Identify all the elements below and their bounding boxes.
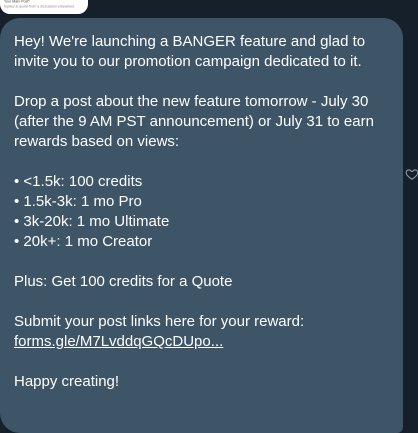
rewards-list-item: • <1.5k: 100 credits (14, 173, 143, 190)
heart-icon[interactable] (405, 166, 418, 182)
quoted-post-preview[interactable]: Your Main Post* replies & quote from a d… (0, 0, 88, 14)
rewards-list-item: • 20k+: 1 mo Creator (14, 233, 153, 250)
rewards-list: • <1.5k: 100 credits • 1.5k-3k: 1 mo Pro… (14, 172, 389, 252)
rewards-list-item: • 1.5k-3k: 1 mo Pro (14, 193, 142, 210)
message-paragraph-submit: Submit your post links here for your rew… (14, 312, 389, 352)
message-paragraph-instructions: Drop a post about the new feature tomorr… (14, 93, 374, 150)
message-bubble[interactable]: Hey! We're launching a BANGER feature an… (0, 18, 403, 433)
dm-conversation-view: Your Main Post* replies & quote from a d… (0, 0, 418, 433)
quoted-post-subtitle: replies & quote from a discussion elsewh… (4, 5, 75, 9)
message-paragraph-closing: Happy creating! (14, 373, 120, 390)
rewards-list-item: • 3k-20k: 1 mo Ultimate (14, 213, 170, 230)
quoted-post-title: Your Main Post* (4, 0, 30, 4)
message-body: Hey! We're launching a BANGER feature an… (14, 32, 389, 392)
submit-text: Submit your post links here for your rew… (14, 313, 305, 330)
form-link[interactable]: forms.gle/M7LvddqGQcDUpo... (14, 333, 223, 350)
message-paragraph-intro: Hey! We're launching a BANGER feature an… (14, 33, 366, 70)
message-paragraph-quote-bonus: Plus: Get 100 credits for a Quote (14, 273, 233, 290)
